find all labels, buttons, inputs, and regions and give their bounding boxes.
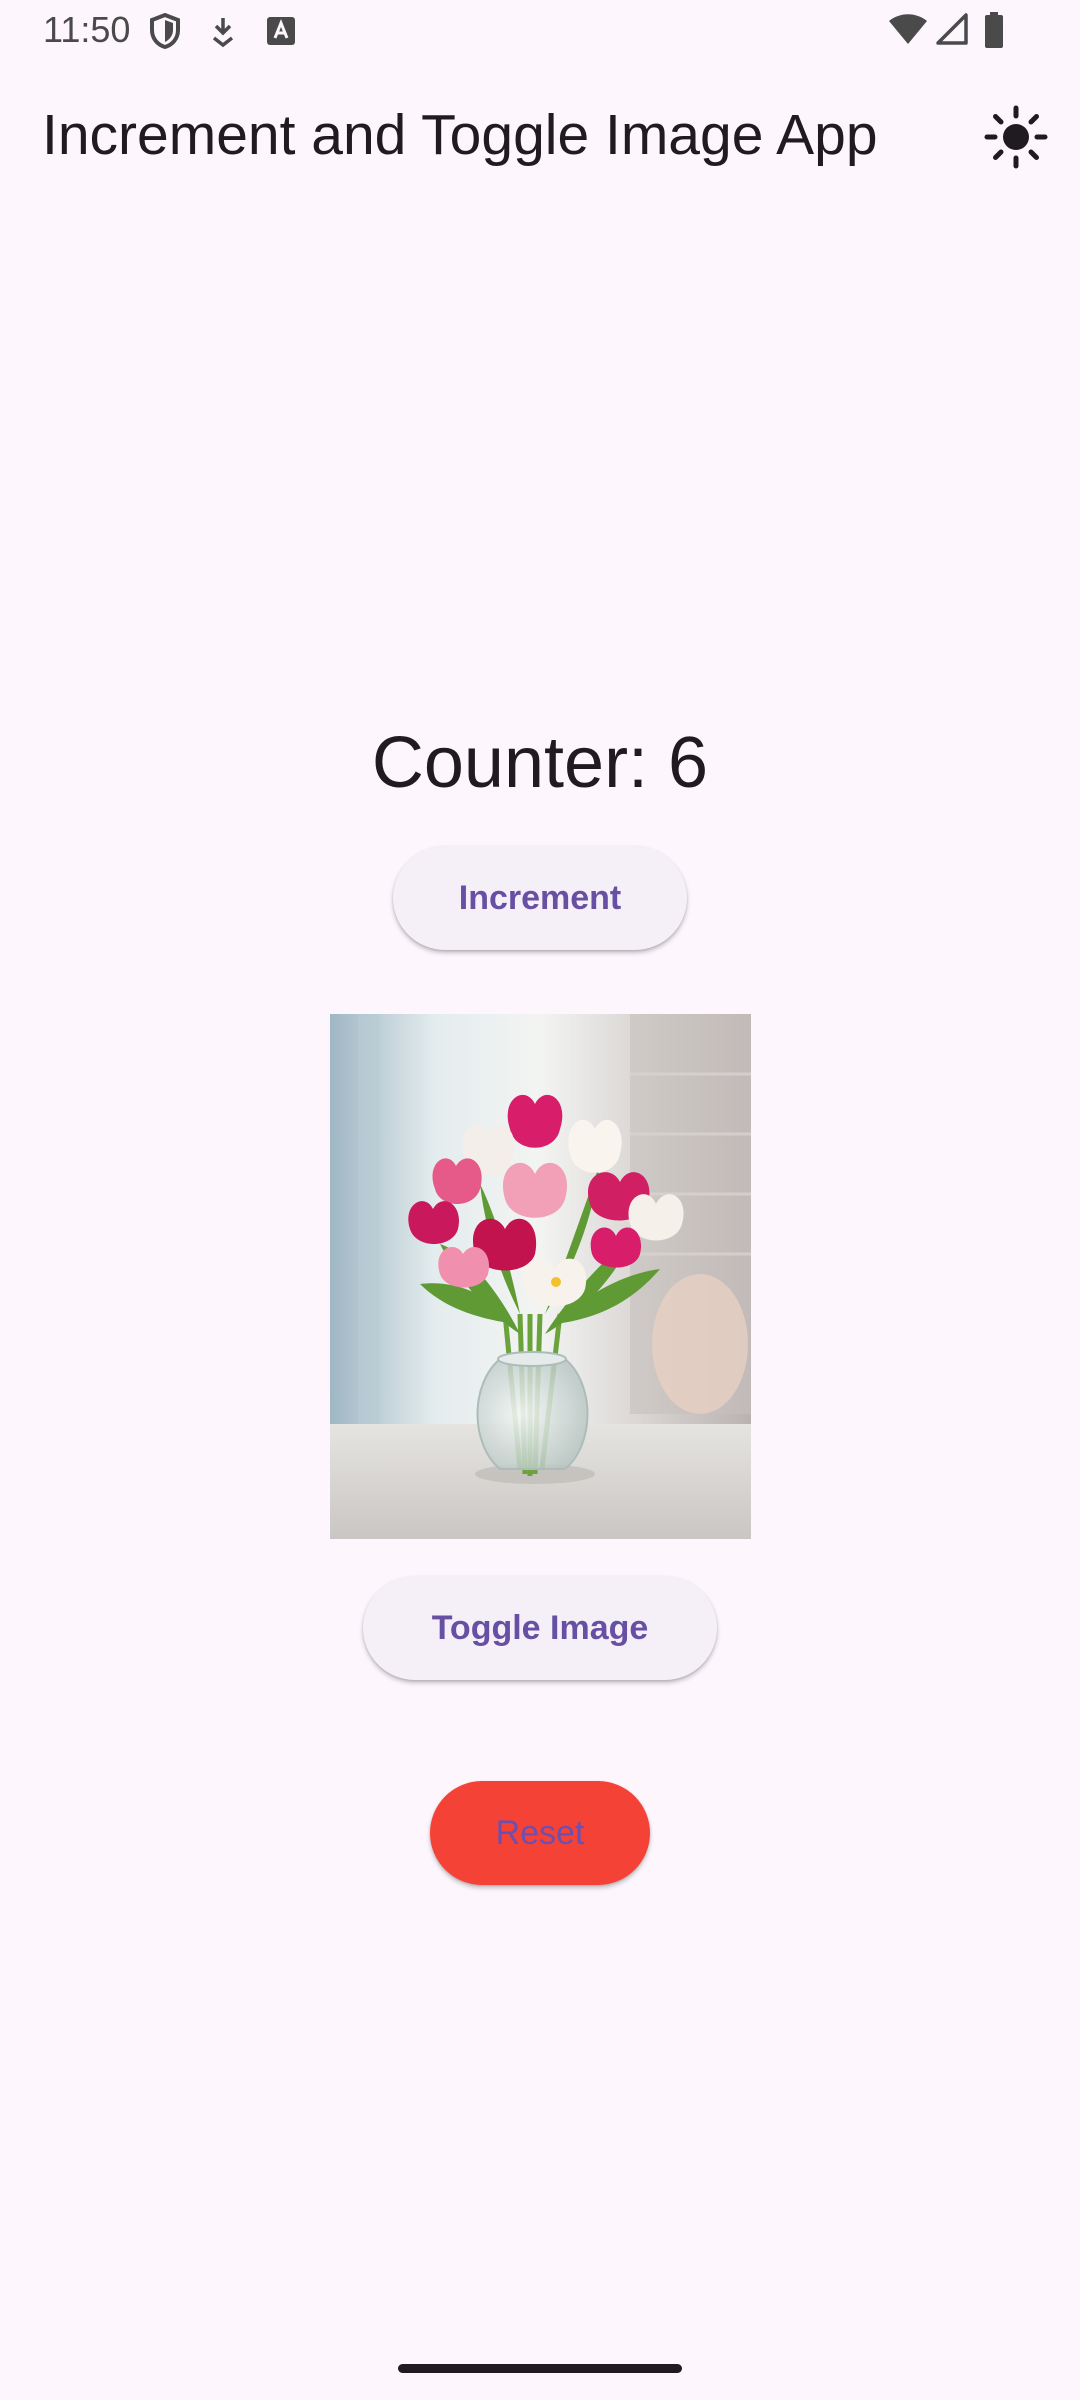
theme-toggle-button[interactable]	[978, 102, 1054, 172]
wifi-icon	[889, 14, 927, 44]
cell-signal-icon	[936, 13, 968, 45]
sun-icon	[984, 105, 1048, 169]
toggle-image-button[interactable]: Toggle Image	[363, 1576, 717, 1680]
keyboard-a-icon	[267, 17, 295, 45]
increment-button[interactable]: Increment	[393, 846, 687, 950]
home-indicator[interactable]	[398, 2364, 682, 2373]
app-title: Increment and Toggle Image App	[42, 103, 878, 167]
status-time: 11:50	[43, 9, 131, 50]
download-icon	[212, 18, 234, 48]
battery-icon	[985, 12, 1003, 48]
tulip-bouquet-illustration	[330, 1014, 751, 1539]
shield-icon	[150, 12, 180, 50]
flower-image	[330, 1014, 751, 1539]
counter-text: Counter: 6	[371, 723, 709, 803]
status-bar: 11:50	[0, 0, 1080, 62]
reset-button[interactable]: Reset	[430, 1781, 650, 1885]
app-screen: 11:50 Increment and Toggle Image App Cou…	[0, 0, 1080, 2400]
